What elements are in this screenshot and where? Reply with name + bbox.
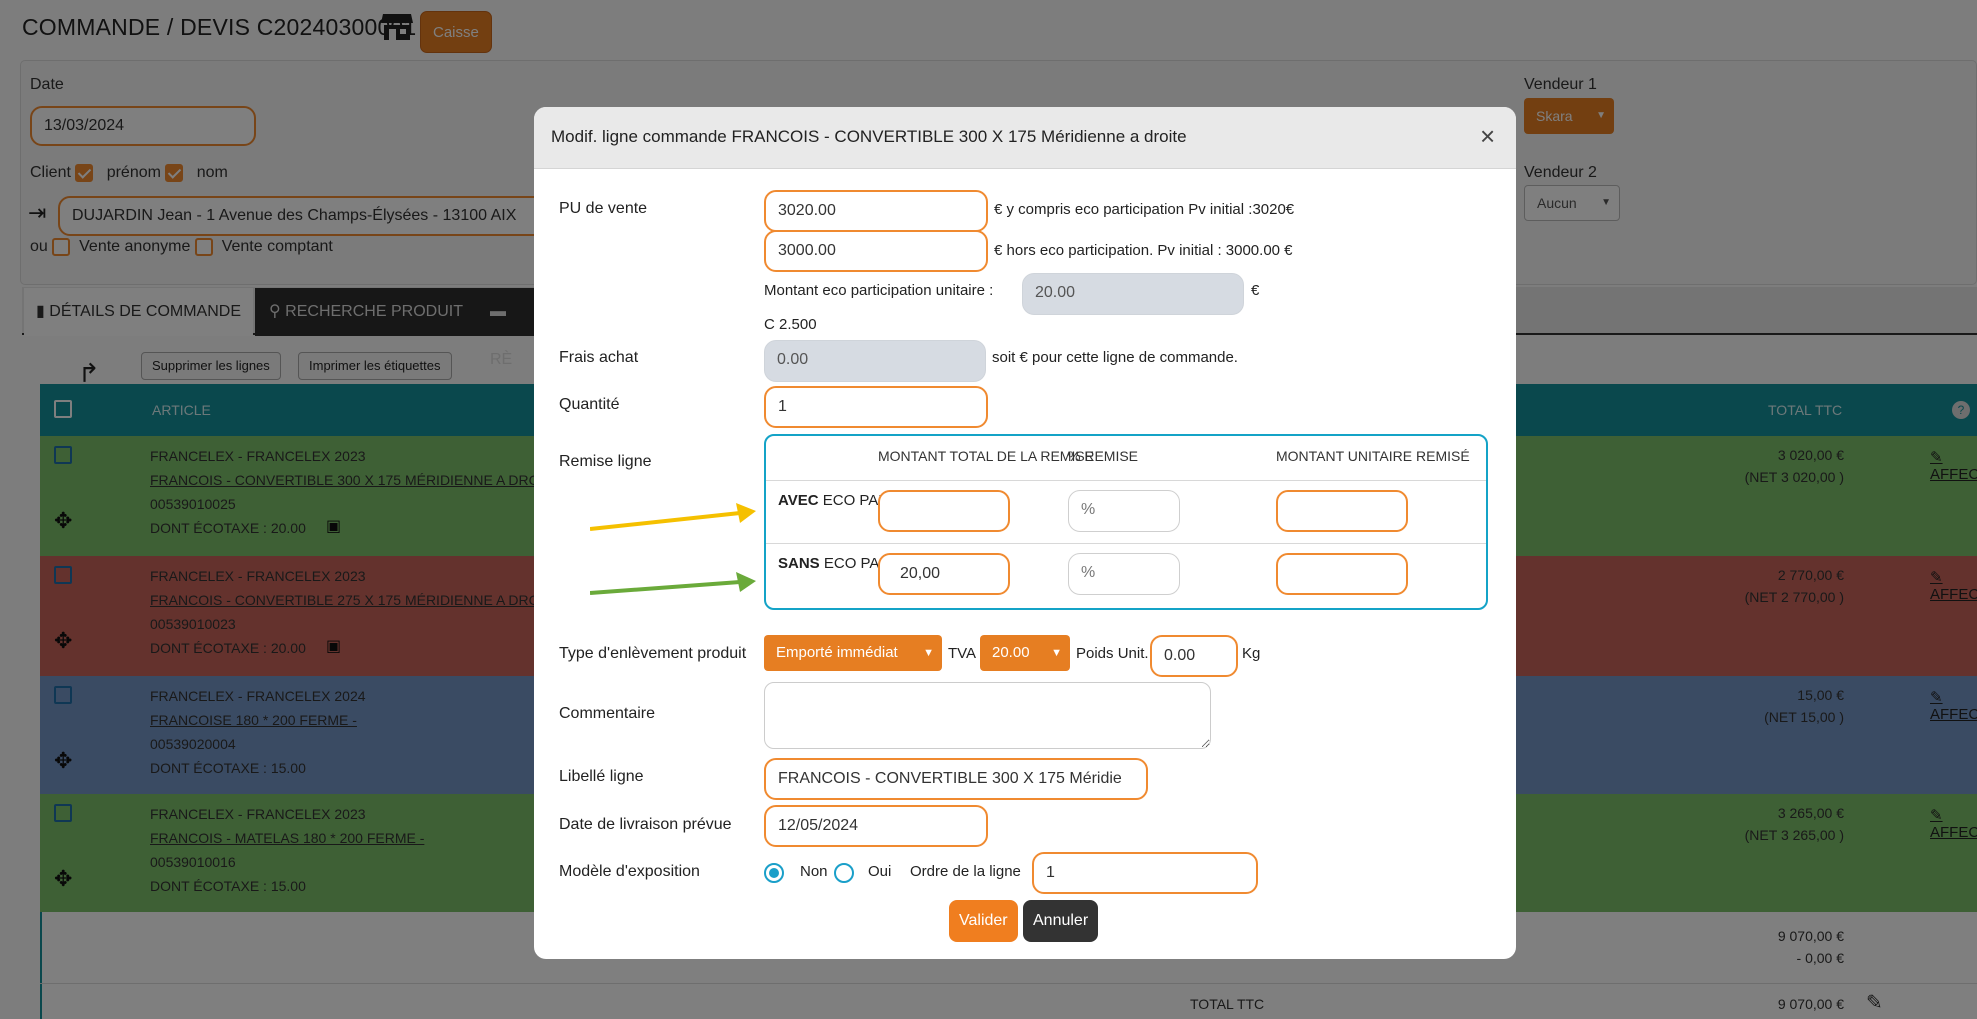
modal-title: Modif. ligne commande FRANCOIS - CONVERT… [551, 127, 1187, 146]
yellow-arrow [590, 511, 741, 531]
frais-input[interactable]: 0.00 [764, 340, 986, 382]
remise-head-unit: MONTANT UNITAIRE REMISÉ [1276, 448, 1470, 464]
sans-pct-input[interactable]: % [1068, 553, 1180, 595]
pu-label: PU de vente [559, 200, 648, 217]
avec-total-input[interactable] [878, 490, 1010, 532]
libelle-label: Libellé ligne [559, 768, 644, 785]
ordre-label: Ordre de la ligne [910, 863, 1021, 880]
type-value: Emporté immédiat [776, 644, 898, 661]
modal-header: Modif. ligne commande FRANCOIS - CONVERT… [534, 107, 1516, 169]
remise-divider [766, 480, 1486, 481]
sans-unit-input[interactable] [1276, 553, 1408, 595]
libelle-input[interactable]: FRANCOIS - CONVERTIBLE 300 X 175 Méridie [764, 758, 1148, 800]
remise-head-pct: % REMISE [1068, 448, 1139, 464]
pu-ttc-input[interactable]: 3020.00 [764, 190, 988, 232]
green-arrow-head [736, 572, 756, 592]
valider-button[interactable]: Valider [949, 900, 1018, 942]
frais-label: Frais achat [559, 349, 639, 366]
remise-head-total: MONTANT TOTAL DE LA REMISE [878, 448, 1095, 464]
poids-unit: Kg [1242, 645, 1261, 662]
tva-label: TVA [948, 645, 977, 662]
expo-oui-label: Oui [868, 863, 892, 880]
tva-select[interactable]: 20.00 ▼ [980, 635, 1070, 671]
eco-unit: € [1251, 282, 1260, 299]
tva-value: 20.00 [992, 644, 1030, 661]
avec-pct-input[interactable]: % [1068, 490, 1180, 532]
livraison-label: Date de livraison prévue [559, 816, 732, 833]
remise-label: Remise ligne [559, 453, 652, 470]
remise-table: MONTANT TOTAL DE LA REMISE % REMISE MONT… [764, 434, 1488, 610]
comment-label: Commentaire [559, 705, 656, 722]
expo-non-radio[interactable] [764, 863, 784, 883]
yellow-arrow-head [736, 503, 756, 523]
annotation-arrows [590, 503, 756, 595]
eco-input[interactable]: 20.00 [1022, 273, 1244, 315]
livraison-input[interactable]: 12/05/2024 [764, 805, 988, 847]
green-arrow [590, 580, 741, 595]
frais-note: soit € pour cette ligne de commande. [992, 349, 1238, 366]
close-icon[interactable]: × [1480, 121, 1495, 152]
expo-non-label: Non [800, 863, 828, 880]
avec-bold: AVEC [778, 492, 819, 509]
comment-textarea[interactable] [764, 682, 1211, 749]
expo-label: Modèle d'exposition [559, 863, 700, 880]
eco-label: Montant eco participation unitaire : [764, 282, 994, 299]
type-select[interactable]: Emporté immédiat ▼ [764, 635, 942, 671]
chevron-down-icon: ▼ [923, 647, 934, 659]
sans-total-input[interactable]: 20,00 [878, 553, 1010, 595]
pu-ht-note: € hors eco participation. Pv initial : 3… [994, 242, 1293, 259]
qte-input[interactable]: 1 [764, 386, 988, 428]
ordre-input[interactable]: 1 [1032, 852, 1258, 894]
qte-label: Quantité [559, 396, 620, 413]
sans-bold: SANS [778, 555, 820, 572]
edit-line-modal: Modif. ligne commande FRANCOIS - CONVERT… [534, 107, 1516, 959]
type-label: Type d'enlèvement produit [559, 645, 747, 662]
chevron-down-icon: ▼ [1051, 647, 1062, 659]
annuler-button[interactable]: Annuler [1023, 900, 1099, 942]
remise-divider [766, 543, 1486, 544]
pu-ttc-note: € y compris eco participation Pv initial… [994, 201, 1295, 218]
poids-label: Poids Unit. [1076, 645, 1149, 662]
pu-ht-input[interactable]: 3000.00 [764, 230, 988, 272]
avec-unit-input[interactable] [1276, 490, 1408, 532]
code-text: C 2.500 [764, 316, 817, 333]
poids-input[interactable]: 0.00 [1150, 635, 1238, 677]
expo-oui-radio[interactable] [834, 863, 854, 883]
